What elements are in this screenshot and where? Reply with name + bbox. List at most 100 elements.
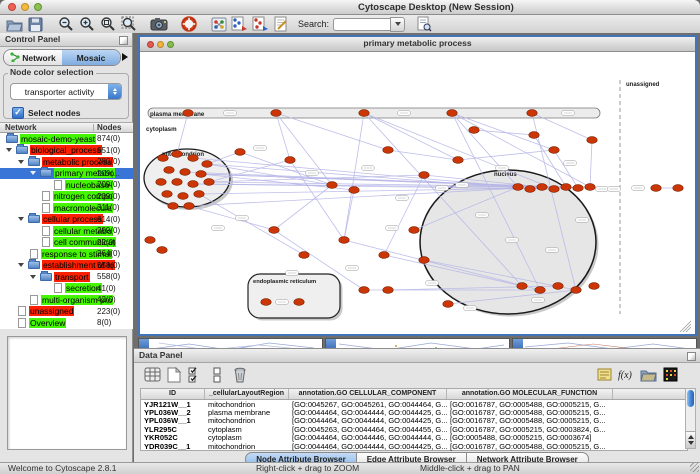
network-node[interactable] [158,155,168,162]
window-title-bar[interactable]: Cytoscape Desktop (New Session) [0,0,700,15]
network-tree-row[interactable]: establishment of lo558(0) [0,260,133,272]
column-network[interactable]: Network [5,123,37,133]
network-node[interactable] [651,185,661,192]
network-node[interactable] [184,203,194,210]
network-node[interactable] [379,252,389,259]
network-node[interactable] [571,287,581,294]
network-tree-row[interactable]: metabolic process280(0) [0,156,133,168]
column-header[interactable]: annotation.GO MOLECULAR_FUNCTION [447,389,613,399]
network-tree-row[interactable]: unassigned223(0) [0,306,133,318]
network-node[interactable] [299,252,309,259]
search-input[interactable] [333,18,390,31]
network-node[interactable] [453,157,463,164]
network-node[interactable] [535,287,545,294]
float-panel-icon[interactable] [687,352,696,361]
network-node[interactable] [673,185,683,192]
tab-mosaic[interactable]: Mosaic [62,50,120,65]
canvas-resize-grip-icon[interactable] [680,321,691,332]
network-node[interactable] [269,227,279,234]
network-node[interactable] [285,157,295,164]
network-tree-row[interactable]: cell communicat22(0) [0,237,133,249]
network-node[interactable] [527,110,537,117]
network-node[interactable] [156,179,166,186]
network-node[interactable] [443,301,453,308]
network-node[interactable] [183,110,193,117]
disclosure-triangle-icon[interactable] [6,148,12,152]
create-annotation-icon[interactable] [271,16,292,33]
network-node[interactable] [194,191,204,198]
network-node[interactable] [235,149,245,156]
network-node[interactable] [573,185,583,192]
table-scrollbar[interactable] [685,388,696,449]
network-node[interactable] [145,237,155,244]
network-node[interactable] [172,179,182,186]
network-node[interactable] [271,110,281,117]
network-node[interactable] [585,184,595,191]
network-node[interactable] [383,287,393,294]
network-node[interactable] [587,137,597,144]
save-session-icon[interactable] [25,16,46,33]
import-vizmap-icon[interactable] [229,16,250,33]
network-node[interactable] [188,155,198,162]
network-tree-row[interactable]: multi-organism pro42(0) [0,294,133,306]
help-lifesaver-icon[interactable] [178,16,199,33]
network-node[interactable] [196,171,206,178]
network-node[interactable] [180,169,190,176]
apply-layout-icon[interactable] [250,16,271,33]
open-session-icon[interactable] [4,16,25,33]
network-node[interactable] [561,184,571,191]
network-node[interactable] [294,299,304,306]
network-node[interactable] [383,147,393,154]
network-tree-row[interactable]: macromolecule311(0) [0,202,133,214]
network-node[interactable] [172,151,182,158]
resize-grip-icon[interactable] [690,463,699,472]
network-node[interactable] [349,187,359,194]
zoom-window-icon[interactable] [34,3,42,11]
network-canvas[interactable]: plasma membranecytoplasmmitochondrionnuc… [140,52,695,335]
delete-attribute-icon[interactable] [230,365,250,384]
disclosure-triangle-icon[interactable] [30,275,36,279]
network-node[interactable] [327,182,337,189]
import-attributes-icon[interactable] [638,365,658,384]
network-node[interactable] [525,186,535,193]
column-header[interactable]: _cellularLayoutRegion [205,389,289,399]
network-tree-row[interactable]: nitrogen compo209(0) [0,191,133,203]
scrollbar-arrows[interactable] [686,431,695,448]
network-window-title-bar[interactable]: primary metabolic process [140,37,695,52]
network-tree-row[interactable]: Overview8(0) [0,317,133,329]
network-node[interactable] [419,257,429,264]
select-attributes-icon[interactable] [142,365,162,384]
network-node[interactable] [529,132,539,139]
network-node[interactable] [359,287,369,294]
network-tree-row[interactable]: response to stimul264(0) [0,248,133,260]
network-node[interactable] [549,186,559,193]
disclosure-triangle-icon[interactable] [18,263,24,267]
network-node[interactable] [261,299,271,306]
network-node[interactable] [178,193,188,200]
network-tree-row[interactable]: biological_process651(0) [0,145,133,157]
take-snapshot-icon[interactable] [148,16,169,33]
network-node[interactable] [204,179,214,186]
tab-network[interactable]: Network [4,50,62,65]
network-node[interactable] [202,161,212,168]
network-node[interactable] [164,167,174,174]
column-nodes[interactable]: Nodes [97,123,121,133]
function-builder-icon[interactable]: f(x) [616,365,636,384]
birds-eye-view[interactable] [7,336,127,450]
network-tree-row[interactable]: cellular process614(0) [0,214,133,226]
zoom-selected-region-icon[interactable] [118,16,139,33]
zoom-fit-content-icon[interactable] [97,16,118,33]
network-node[interactable] [162,191,172,198]
network-tree-row[interactable]: cellular metabo209(0) [0,225,133,237]
disclosure-triangle-icon[interactable] [30,171,36,175]
network-node[interactable] [188,181,198,188]
network-node[interactable] [168,203,178,210]
network-tree-row[interactable]: mosaic-demo-yeast874(0) [0,133,133,145]
network-node[interactable] [553,283,563,290]
network-node[interactable] [419,172,429,179]
network-view-window[interactable]: primary metabolic process plasma membran… [138,35,697,336]
close-window-icon[interactable] [8,3,16,11]
network-node[interactable] [537,184,547,191]
network-tree-row[interactable]: transport558(0) [0,271,133,283]
network-node[interactable] [409,227,419,234]
